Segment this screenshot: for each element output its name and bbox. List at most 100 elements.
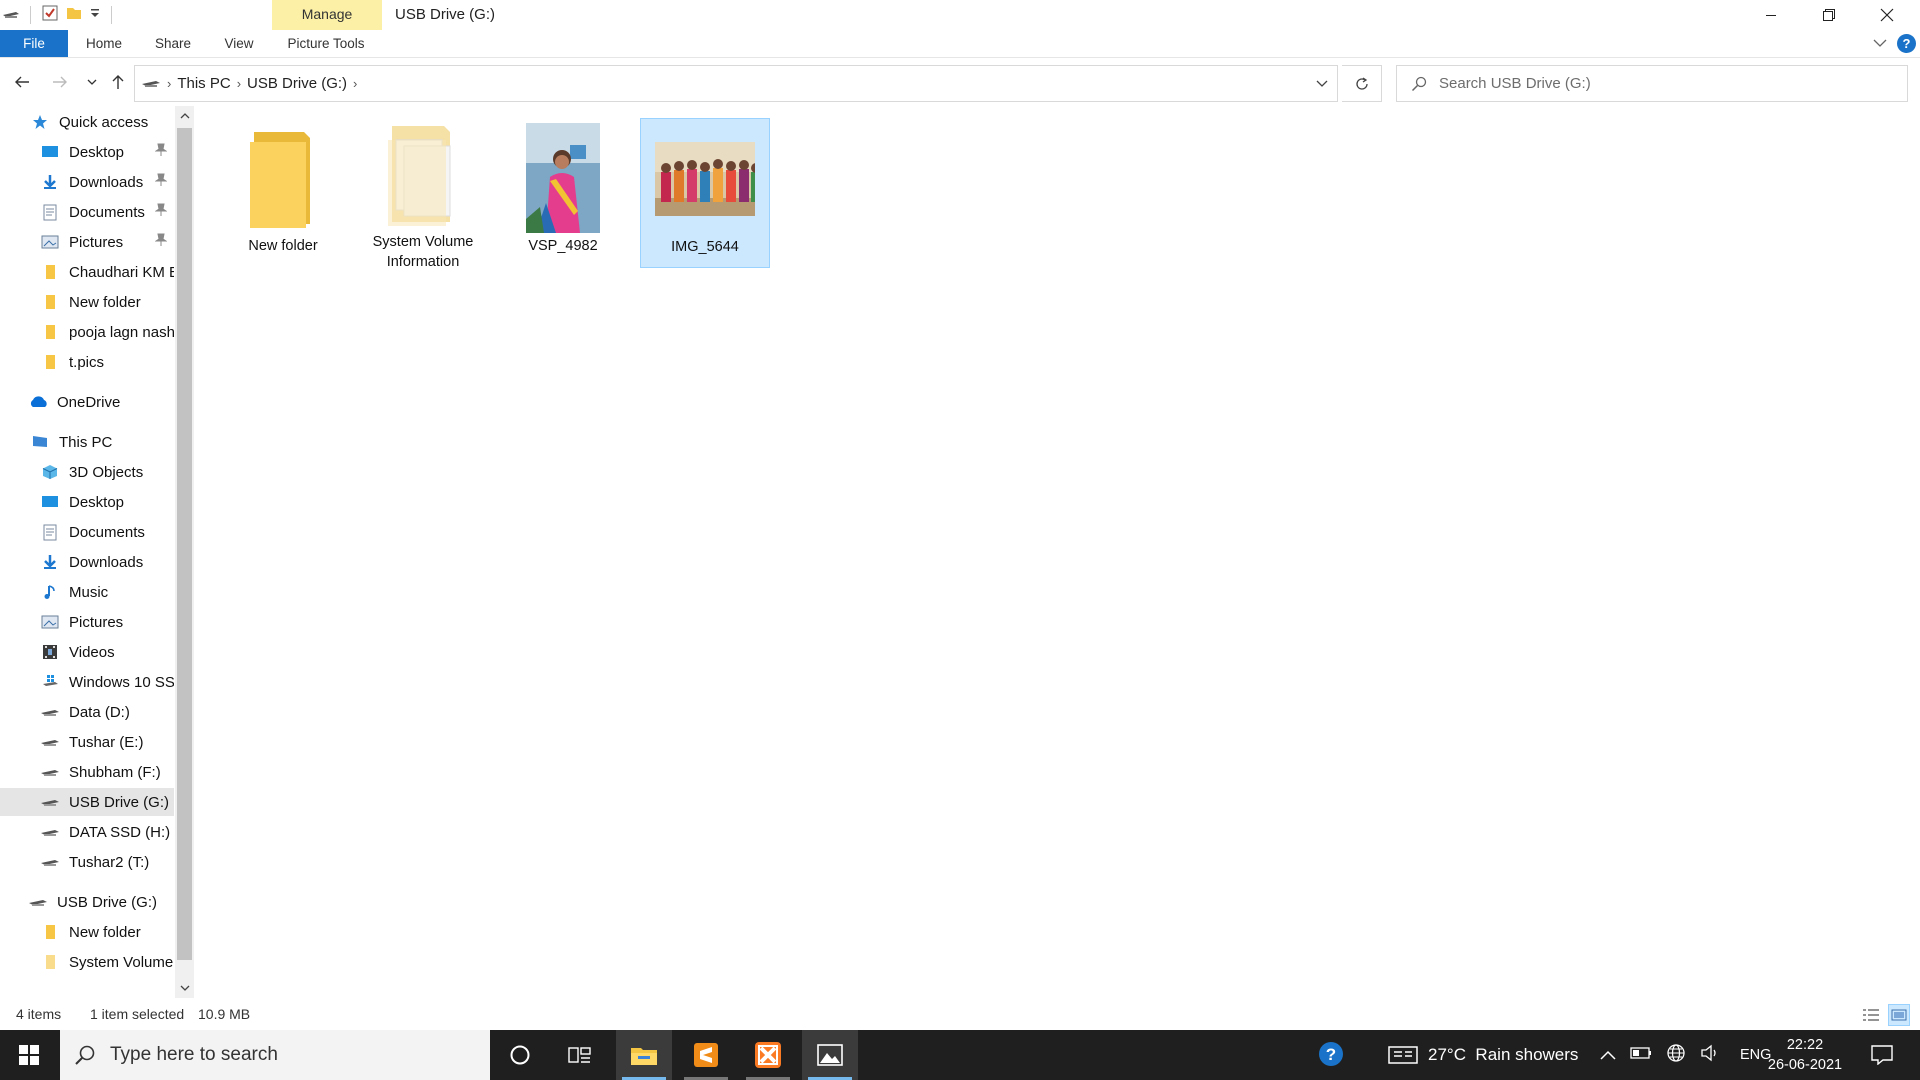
- breadcrumb-this-pc[interactable]: This PC: [171, 75, 236, 92]
- sidebar-item-documents[interactable]: Documents: [0, 518, 174, 546]
- minimize-button[interactable]: [1742, 0, 1800, 30]
- file-tile-new-folder[interactable]: New folder: [218, 118, 348, 268]
- taskbar-photos[interactable]: [802, 1030, 858, 1080]
- sidebar-item-folder[interactable]: Chaudhari KM Er: [0, 258, 174, 286]
- scroll-up-icon[interactable]: [175, 106, 194, 126]
- this-pc-node[interactable]: This PC: [0, 428, 174, 456]
- sidebar-item-label: 3D Objects: [69, 463, 144, 481]
- search-input[interactable]: [1439, 75, 1879, 92]
- sidebar-item-folder[interactable]: New folder: [0, 288, 174, 316]
- file-list-view[interactable]: New folder System Volume Information VSP…: [196, 106, 1920, 998]
- notification-center-button[interactable]: [1862, 1030, 1902, 1080]
- address-history-button[interactable]: [1307, 66, 1337, 101]
- sidebar-item-drive-d[interactable]: Data (D:): [0, 698, 174, 726]
- new-folder-icon[interactable]: [65, 4, 83, 26]
- folder-icon: [40, 263, 60, 281]
- weather-widget[interactable]: 27°C Rain showers: [1388, 1030, 1578, 1080]
- sidebar-item-drive-g[interactable]: USB Drive (G:): [0, 788, 174, 816]
- tab-view[interactable]: View: [218, 30, 260, 57]
- taskbar-file-explorer[interactable]: [616, 1030, 672, 1080]
- pin-icon[interactable]: [154, 233, 168, 251]
- start-button[interactable]: [0, 1030, 58, 1080]
- restore-button[interactable]: [1800, 0, 1858, 30]
- taskbar-xampp[interactable]: [740, 1030, 796, 1080]
- drive-icon: [135, 75, 167, 93]
- sidebar-item-drive-h[interactable]: DATA SSD (H:): [0, 818, 174, 846]
- sidebar-item-documents[interactable]: Documents: [0, 198, 174, 226]
- up-button[interactable]: [106, 70, 130, 94]
- sidebar-item-label: Data (D:): [69, 703, 130, 721]
- desktop-icon: [40, 493, 60, 511]
- sidebar-item-folder[interactable]: pooja lagn nashi: [0, 318, 174, 346]
- pin-icon[interactable]: [154, 203, 168, 221]
- clock[interactable]: 22:22 26-06-2021: [1760, 1035, 1850, 1075]
- sidebar-item-pictures[interactable]: Pictures: [0, 608, 174, 636]
- sidebar-item-drive-t[interactable]: Tushar2 (T:): [0, 848, 174, 876]
- sidebar-item-label: pooja lagn nashi: [69, 323, 174, 341]
- sidebar-item-desktop[interactable]: Desktop: [0, 488, 174, 516]
- tab-home[interactable]: Home: [80, 30, 128, 57]
- properties-icon[interactable]: [41, 4, 59, 26]
- sidebar-item-windows-drive[interactable]: Windows 10 SSD: [0, 668, 174, 696]
- close-button[interactable]: [1858, 0, 1916, 30]
- tab-file[interactable]: File: [0, 30, 68, 57]
- task-view-button[interactable]: [552, 1030, 608, 1080]
- manage-tab-group-label[interactable]: Manage: [272, 6, 382, 22]
- large-icons-view-button[interactable]: [1888, 1004, 1910, 1026]
- sidebar-item-downloads[interactable]: Downloads: [0, 548, 174, 576]
- forward-button[interactable]: [48, 70, 72, 94]
- search-icon: [1411, 76, 1427, 91]
- battery-icon[interactable]: [1630, 1045, 1652, 1065]
- taskbar: Type here to search ? 27°C Rain showers …: [0, 1030, 1920, 1080]
- sidebar-item-3d-objects[interactable]: 3D Objects: [0, 458, 174, 486]
- sidebar-item-pictures[interactable]: Pictures: [0, 228, 174, 256]
- refresh-button[interactable]: [1342, 65, 1382, 102]
- pin-icon[interactable]: [154, 143, 168, 161]
- tab-share[interactable]: Share: [148, 30, 198, 57]
- navigation-scrollbar[interactable]: [175, 106, 194, 998]
- help-icon[interactable]: ?: [1897, 34, 1916, 53]
- sidebar-item-videos[interactable]: Videos: [0, 638, 174, 666]
- file-tile-img-5644[interactable]: IMG_5644: [640, 118, 770, 268]
- pin-icon[interactable]: [154, 173, 168, 191]
- scrollbar-thumb[interactable]: [177, 128, 192, 960]
- cortana-button[interactable]: [492, 1030, 548, 1080]
- search-icon: [75, 1045, 95, 1065]
- breadcrumb-usb-drive[interactable]: USB Drive (G:): [241, 75, 353, 92]
- sidebar-item-drive-f[interactable]: Shubham (F:): [0, 758, 174, 786]
- back-button[interactable]: [10, 70, 34, 94]
- sidebar-item-folder[interactable]: New folder: [0, 918, 174, 946]
- recent-locations-button[interactable]: [80, 70, 104, 94]
- customize-toolbar-icon[interactable]: [89, 4, 101, 26]
- sidebar-item-desktop[interactable]: Desktop: [0, 138, 174, 166]
- sidebar-item-folder[interactable]: System Volume I: [0, 948, 174, 976]
- usb-drive-node[interactable]: USB Drive (G:): [0, 888, 174, 916]
- sidebar-item-label: Chaudhari KM Er: [69, 263, 174, 281]
- tab-picture-tools[interactable]: Picture Tools: [276, 30, 376, 57]
- toolbar-divider: [30, 6, 31, 24]
- sidebar-item-music[interactable]: Music: [0, 578, 174, 606]
- search-box[interactable]: [1396, 65, 1908, 102]
- chevron-up-icon[interactable]: [1600, 1045, 1616, 1065]
- onedrive-node[interactable]: OneDrive: [0, 388, 174, 416]
- address-bar[interactable]: › This PC › USB Drive (G:) ›: [134, 65, 1338, 102]
- network-globe-icon[interactable]: [1666, 1043, 1686, 1068]
- taskbar-search-box[interactable]: Type here to search: [60, 1030, 490, 1080]
- scroll-down-icon[interactable]: [175, 978, 194, 998]
- title-bar: Manage USB Drive (G:): [0, 0, 1920, 58]
- sidebar-item-label: DATA SSD (H:): [69, 823, 171, 841]
- sidebar-item-folder[interactable]: t.pics: [0, 348, 174, 376]
- quick-access-node[interactable]: Quick access: [0, 108, 174, 136]
- sidebar-item-drive-e[interactable]: Tushar (E:): [0, 728, 174, 756]
- drive-icon[interactable]: [2, 6, 20, 24]
- taskbar-sublime-text[interactable]: [678, 1030, 734, 1080]
- file-tile-system-volume-information[interactable]: System Volume Information: [358, 118, 488, 270]
- help-tray-button[interactable]: ?: [1312, 1030, 1352, 1080]
- up-arrow-icon: [112, 75, 124, 89]
- sidebar-item-downloads[interactable]: Downloads: [0, 168, 174, 196]
- details-view-button[interactable]: [1860, 1004, 1882, 1026]
- volume-icon[interactable]: [1700, 1044, 1720, 1067]
- drive-icon: [40, 733, 60, 751]
- expand-ribbon-icon[interactable]: [1873, 35, 1887, 52]
- file-tile-vsp-4982[interactable]: VSP_4982: [498, 118, 628, 268]
